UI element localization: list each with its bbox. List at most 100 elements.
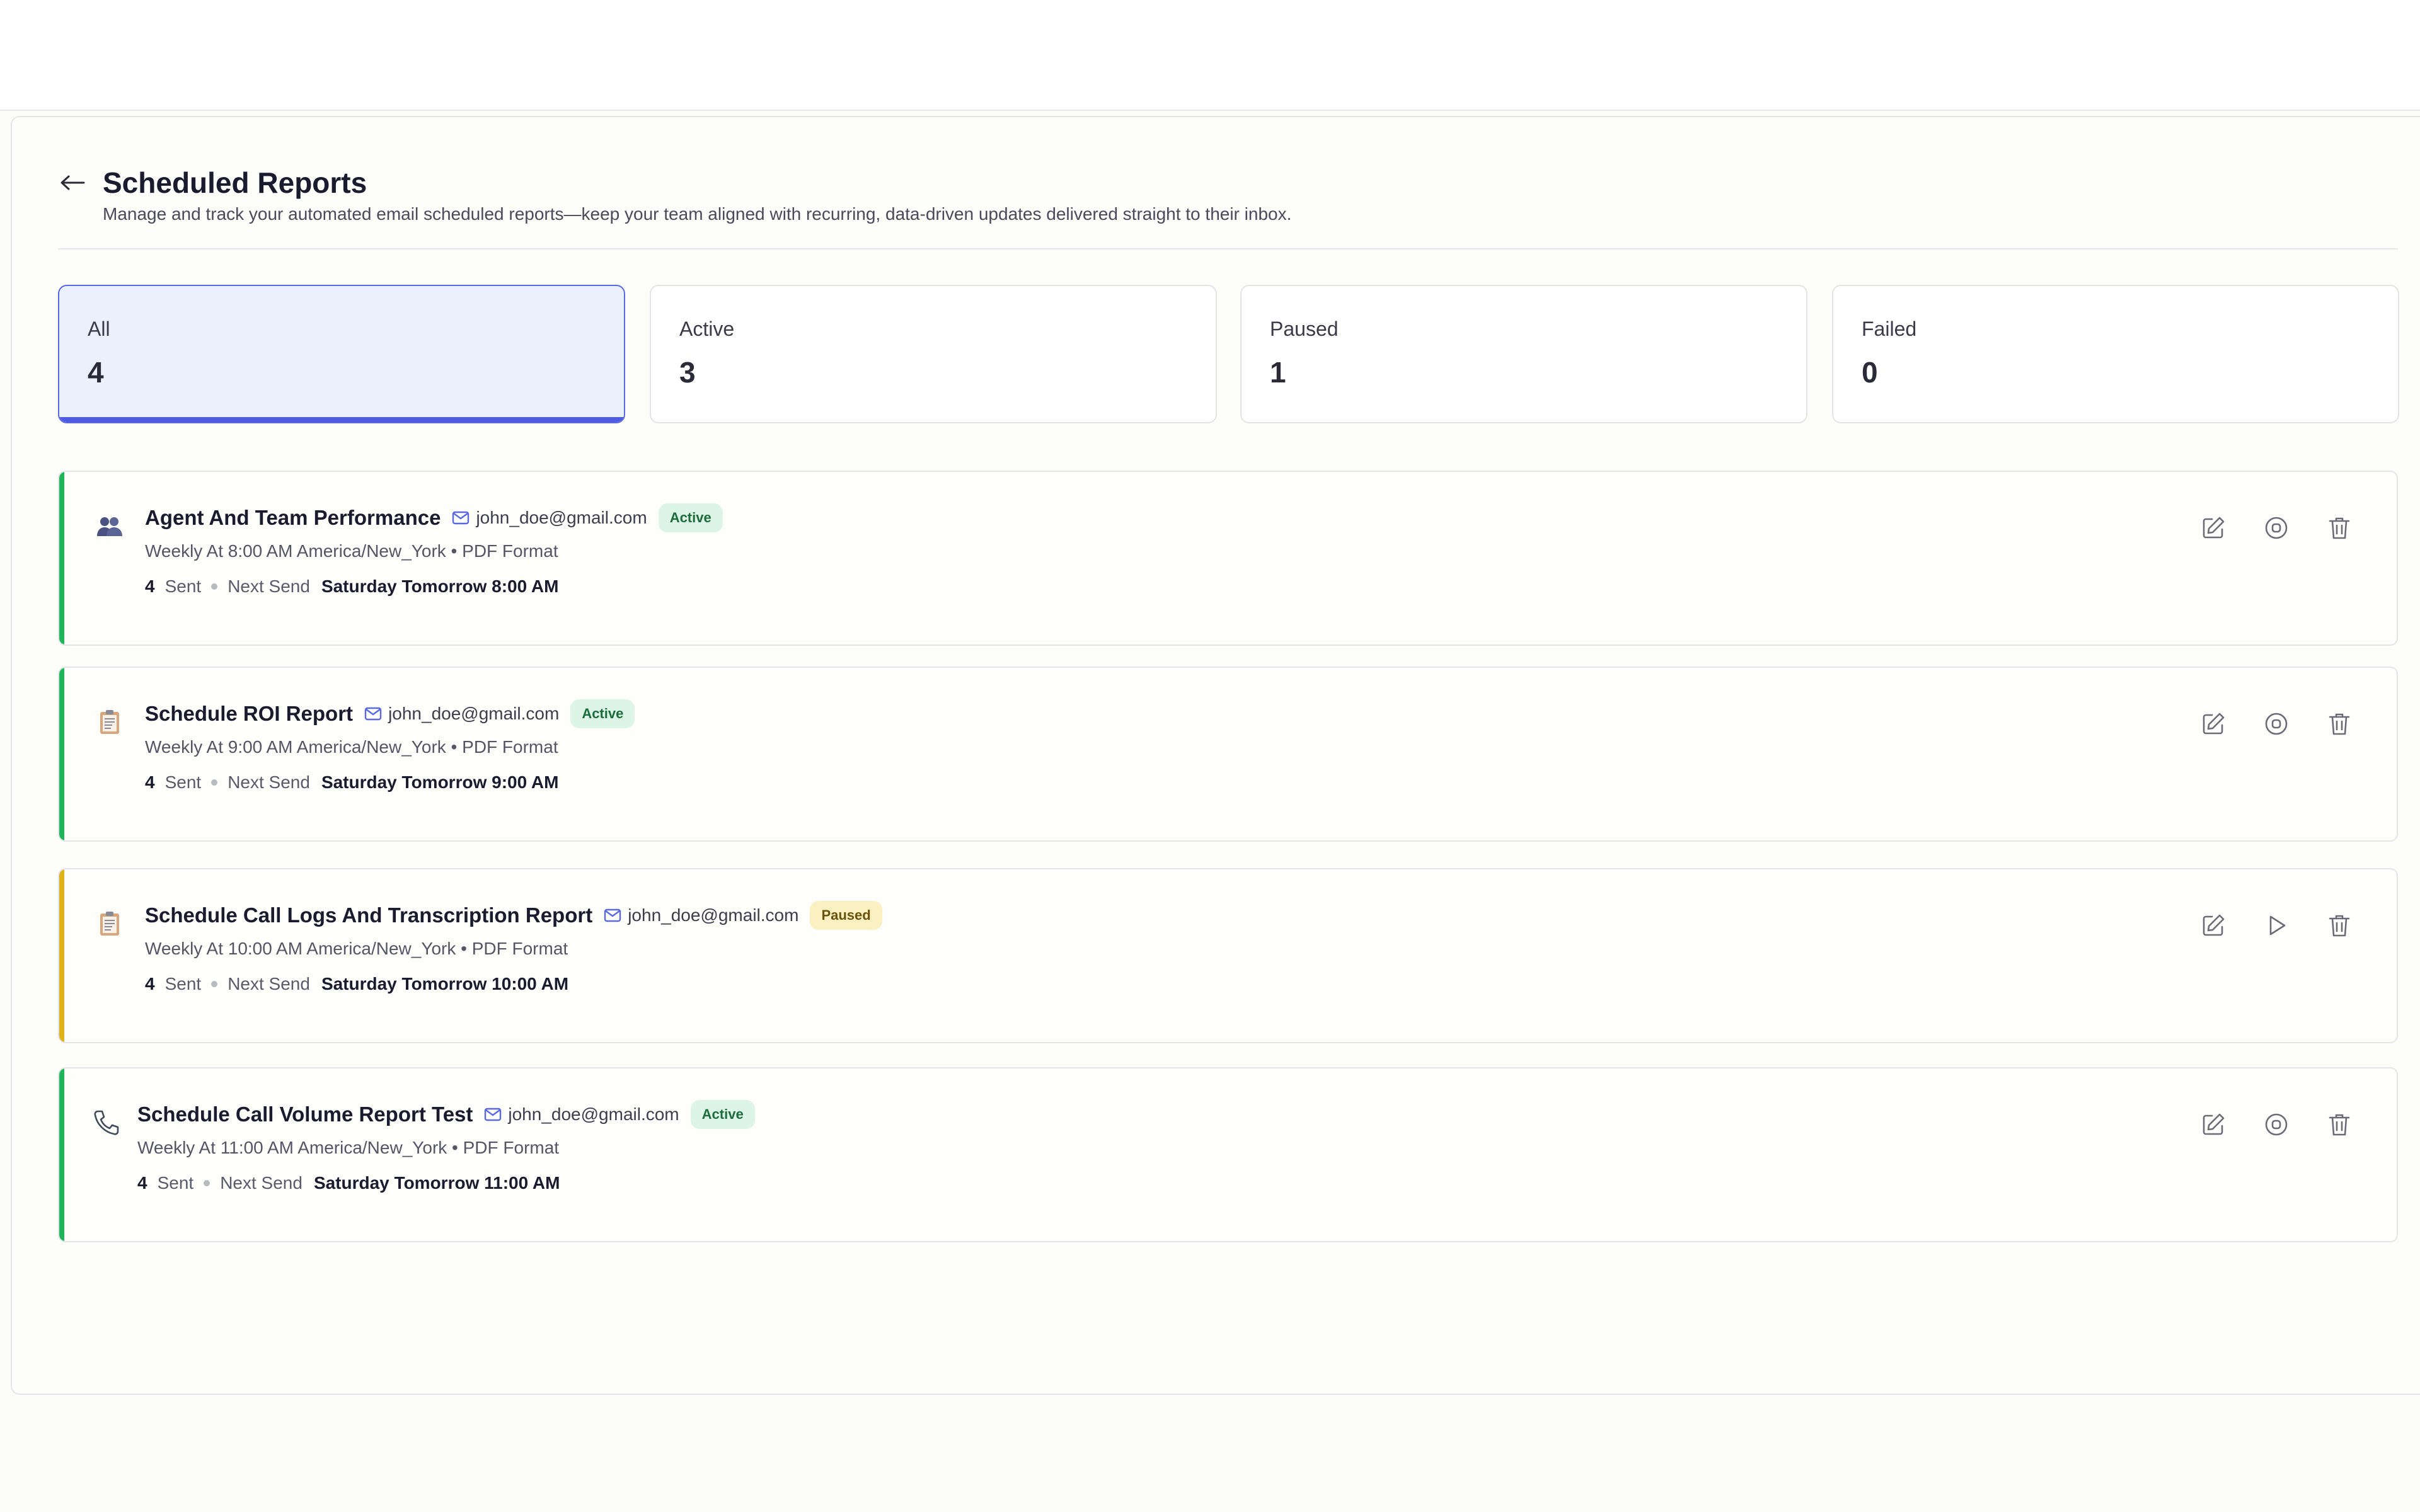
trash-icon <box>2329 1114 2350 1136</box>
arrow-left-icon <box>60 175 85 190</box>
separator-dot <box>211 981 218 987</box>
schedule-text: Weekly At 11:00 AM America/New_York • PD… <box>137 1138 560 1157</box>
stop-icon <box>2265 517 2288 539</box>
stop-button[interactable] <box>2261 708 2292 740</box>
report-heading: Schedule Call Logs And Transcription Rep… <box>145 901 882 930</box>
filter-card-paused[interactable]: Paused 1 <box>1240 285 1807 423</box>
next-send-label: Next Send <box>228 974 310 994</box>
status-accent-bar <box>59 1068 64 1241</box>
mail-icon <box>484 1108 502 1121</box>
report-actions <box>2198 910 2355 941</box>
recipient-email: john_doe@gmail.com <box>388 704 560 723</box>
delete-button[interactable] <box>2324 512 2355 544</box>
status-accent-bar <box>59 869 64 1042</box>
page-subtitle: Manage and track your automated email sc… <box>103 204 1292 224</box>
next-send-label: Next Send <box>220 1173 302 1193</box>
top-bar <box>0 0 2420 111</box>
separator-dot <box>211 779 218 786</box>
status-badge: Paused <box>810 901 882 930</box>
sent-label: Sent <box>157 1173 194 1193</box>
status-badge: Active <box>570 699 635 728</box>
status-badge: Active <box>658 503 723 532</box>
sent-count: 4 <box>145 772 155 792</box>
sent-label: Sent <box>164 576 202 596</box>
report-card: Agent And Team Performance john_doe@gmai… <box>58 471 2398 646</box>
delete-button[interactable] <box>2324 708 2355 740</box>
stop-button[interactable] <box>2261 512 2292 544</box>
send-info: 4 Sent Next Send Saturday Tomorrow 11:00… <box>137 1173 560 1193</box>
stat-label: Paused <box>1270 318 1339 340</box>
filter-card-all[interactable]: All 4 <box>58 285 625 423</box>
team-icon <box>95 511 125 541</box>
status-badge: Active <box>690 1100 755 1129</box>
schedule-text: Weekly At 9:00 AM America/New_York • PDF… <box>145 737 558 757</box>
stat-value: 4 <box>88 356 104 389</box>
stop-button[interactable] <box>2261 1109 2292 1140</box>
report-card: Schedule Call Volume Report Test john_do… <box>58 1067 2398 1242</box>
edit-button[interactable] <box>2198 512 2229 544</box>
stat-value: 0 <box>1862 356 1878 389</box>
report-heading: Schedule Call Volume Report Test john_do… <box>137 1100 755 1129</box>
edit-icon <box>2203 914 2225 936</box>
edit-button[interactable] <box>2198 708 2229 740</box>
report-heading: Schedule ROI Report john_doe@gmail.com A… <box>145 699 635 728</box>
next-send-time: Saturday Tomorrow 10:00 AM <box>321 974 569 994</box>
stat-label: Failed <box>1862 318 1917 340</box>
separator-dot <box>204 1180 210 1186</box>
back-button[interactable] <box>57 164 88 202</box>
report-card: Schedule ROI Report john_doe@gmail.com A… <box>58 667 2398 842</box>
report-title: Schedule Call Volume Report Test <box>137 1102 473 1126</box>
delete-button[interactable] <box>2324 1109 2355 1140</box>
sent-label: Sent <box>164 772 202 792</box>
recipient-email: john_doe@gmail.com <box>508 1104 679 1124</box>
header-divider <box>58 248 2398 249</box>
clipboard-icon <box>95 707 125 737</box>
send-info: 4 Sent Next Send Saturday Tomorrow 10:00… <box>145 974 568 994</box>
stop-icon <box>2265 1113 2288 1136</box>
status-accent-bar <box>59 668 64 840</box>
next-send-time: Saturday Tomorrow 11:00 AM <box>313 1173 560 1193</box>
next-send-label: Next Send <box>228 576 310 596</box>
stat-label: Active <box>679 318 735 340</box>
stop-icon <box>2265 713 2288 735</box>
report-heading: Agent And Team Performance john_doe@gmai… <box>145 503 723 532</box>
edit-button[interactable] <box>2198 1109 2229 1140</box>
edit-icon <box>2203 1113 2225 1135</box>
report-title: Agent And Team Performance <box>145 506 441 529</box>
recipient-email: john_doe@gmail.com <box>476 508 647 527</box>
next-send-label: Next Send <box>228 772 310 792</box>
sent-count: 4 <box>145 576 155 596</box>
sent-count: 4 <box>145 974 155 994</box>
separator-dot <box>211 583 218 590</box>
send-info: 4 Sent Next Send Saturday Tomorrow 8:00 … <box>145 576 558 597</box>
trash-icon <box>2329 915 2350 937</box>
mail-icon <box>452 511 470 525</box>
report-actions <box>2198 708 2355 740</box>
page-title: Scheduled Reports <box>103 166 367 199</box>
mail-icon <box>604 908 621 922</box>
report-title: Schedule Call Logs And Transcription Rep… <box>145 903 593 927</box>
next-send-time: Saturday Tomorrow 8:00 AM <box>321 576 559 596</box>
next-send-time: Saturday Tomorrow 9:00 AM <box>321 772 559 792</box>
trash-icon <box>2329 517 2350 539</box>
sent-count: 4 <box>137 1173 147 1193</box>
recipient-email: john_doe@gmail.com <box>628 905 799 925</box>
phone-icon <box>91 1108 121 1138</box>
delete-button[interactable] <box>2324 910 2355 941</box>
mail-icon <box>364 707 382 721</box>
filter-card-failed[interactable]: Failed 0 <box>1832 285 2399 423</box>
edit-icon <box>2203 713 2225 735</box>
resume-button[interactable] <box>2261 910 2292 941</box>
schedule-text: Weekly At 8:00 AM America/New_York • PDF… <box>145 541 558 561</box>
report-actions <box>2198 512 2355 544</box>
stat-value: 1 <box>1270 356 1286 389</box>
edit-button[interactable] <box>2198 910 2229 941</box>
schedule-text: Weekly At 10:00 AM America/New_York • PD… <box>145 939 568 958</box>
filter-card-active[interactable]: Active 3 <box>650 285 1217 423</box>
send-info: 4 Sent Next Send Saturday Tomorrow 9:00 … <box>145 772 558 793</box>
play-icon <box>2269 915 2286 936</box>
stat-label: All <box>88 318 110 340</box>
edit-icon <box>2203 517 2225 539</box>
report-actions <box>2198 1109 2355 1140</box>
sent-label: Sent <box>164 974 202 994</box>
